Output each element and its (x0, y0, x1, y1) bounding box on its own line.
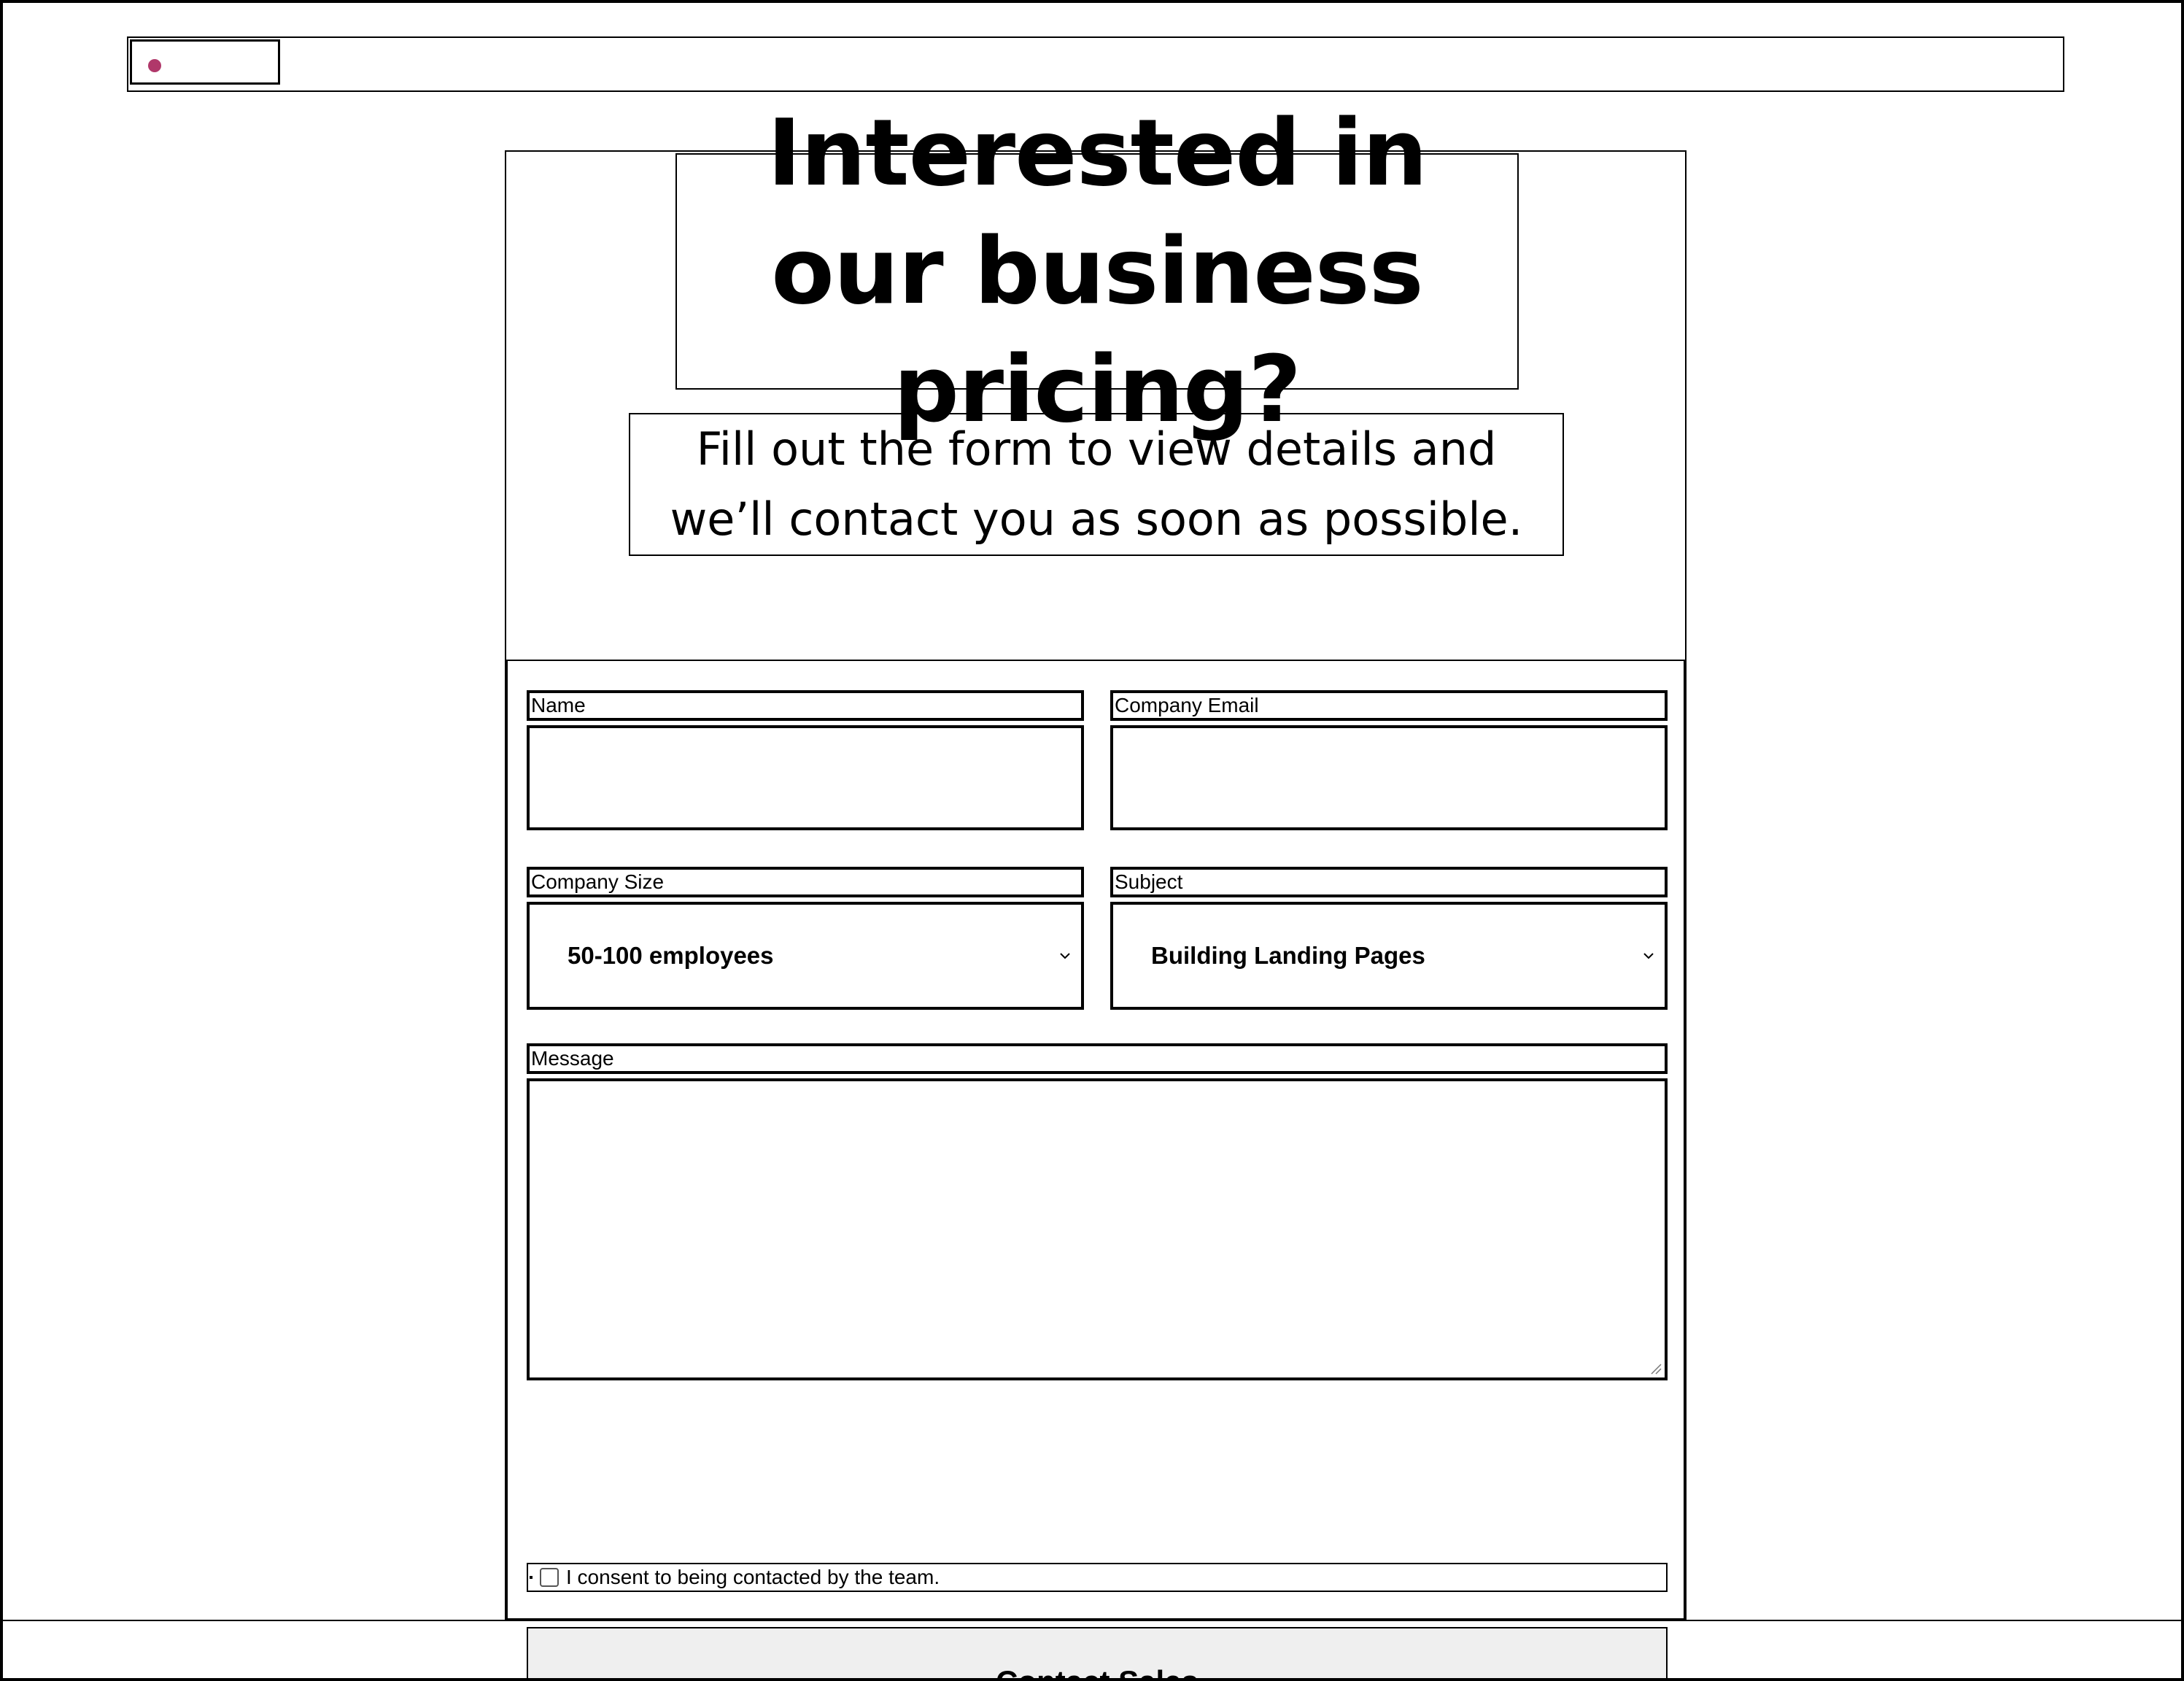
message-textarea-wrapper (527, 1078, 1668, 1380)
company-size-label: Company Size (527, 867, 1084, 897)
consent-label: I consent to being contacted by the team… (566, 1566, 940, 1588)
resize-handle-icon[interactable] (1649, 1361, 1662, 1375)
company-size-field: Company Size 50-100 employees (527, 867, 1084, 1010)
company-email-input-wrapper (1110, 725, 1668, 830)
contact-sales-button[interactable]: Contact Sales (527, 1627, 1668, 1678)
chevron-down-icon (1643, 953, 1654, 959)
message-textarea[interactable] (530, 1081, 1665, 1377)
subject-select[interactable]: Building Landing Pages (1110, 902, 1668, 1010)
company-size-selected-value: 50-100 employees (568, 942, 774, 969)
name-field: Name (527, 690, 1084, 830)
company-email-field: Company Email (1110, 690, 1668, 830)
subject-selected-value: Building Landing Pages (1151, 942, 1425, 969)
name-label: Name (527, 690, 1084, 721)
top-navigation-bar (127, 36, 2064, 92)
page-subtitle: Fill out the form to view details and we… (629, 413, 1564, 556)
chevron-down-icon (1060, 953, 1070, 959)
message-field: Message (527, 1043, 1668, 1380)
message-label: Message (527, 1043, 1668, 1074)
footer-divider (3, 1620, 2181, 1621)
company-email-input[interactable] (1113, 728, 1665, 827)
page: Interested in our business pricing? Fill… (0, 0, 2184, 1681)
name-input-wrapper (527, 725, 1084, 830)
logo-dot-icon (148, 59, 161, 72)
company-size-select[interactable]: 50-100 employees (527, 902, 1084, 1010)
page-title: Interested in our business pricing? (675, 99, 1519, 443)
name-input[interactable] (530, 728, 1081, 827)
subject-label: Subject (1110, 867, 1668, 897)
consent-marker (530, 1576, 533, 1579)
subject-field: Subject Building Landing Pages (1110, 867, 1668, 1010)
company-email-label: Company Email (1110, 690, 1668, 721)
consent-checkbox[interactable] (540, 1568, 559, 1587)
consent-row: I consent to being contacted by the team… (527, 1563, 1668, 1592)
logo[interactable] (130, 39, 280, 85)
contact-sales-form: Name Company Email Company Size 50-100 e… (506, 660, 1685, 1678)
pricing-card: Interested in our business pricing? Fill… (505, 99, 1687, 1678)
